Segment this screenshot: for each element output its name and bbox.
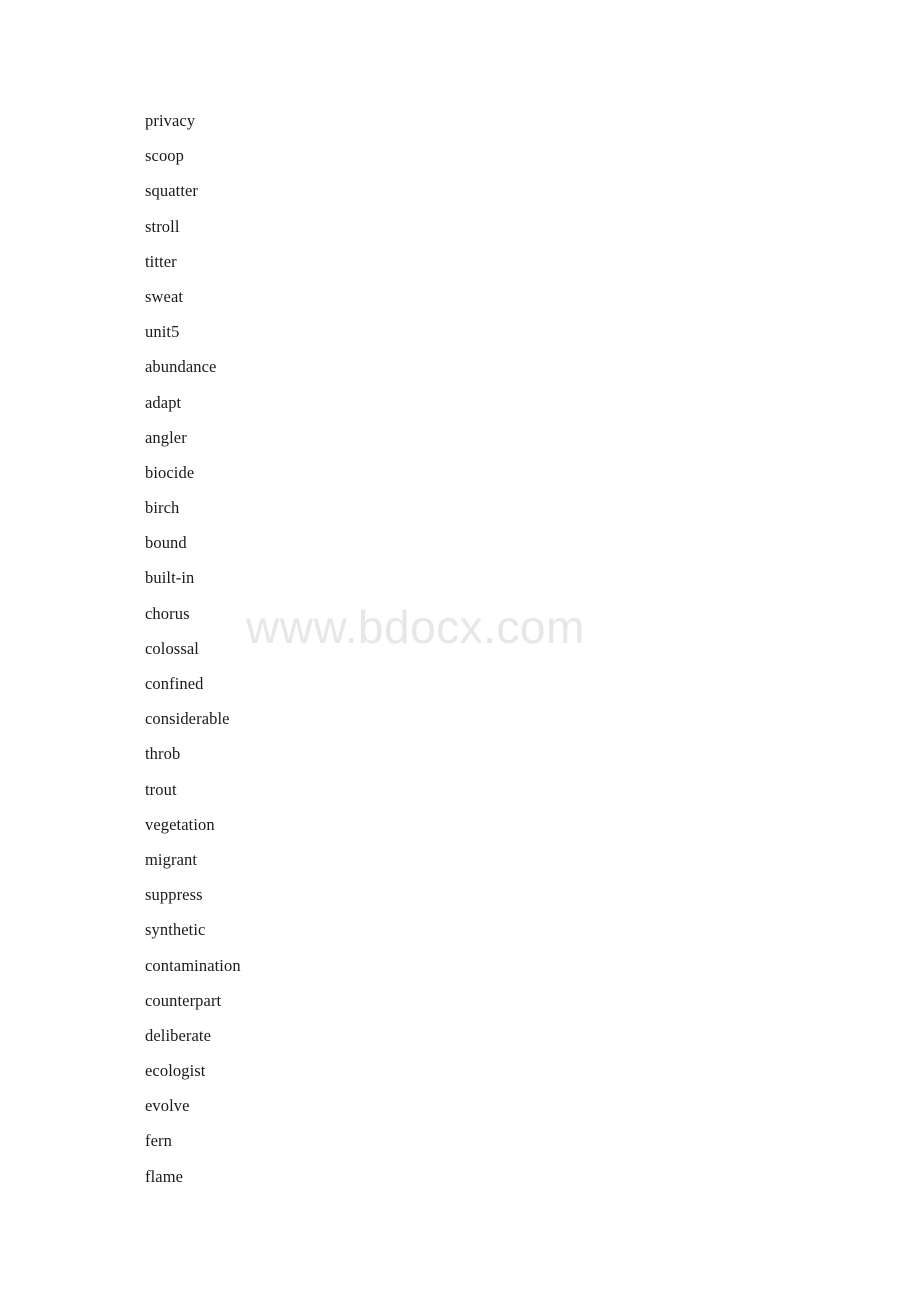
- list-item: biocide: [145, 462, 195, 482]
- list-item: evolve: [145, 1096, 190, 1116]
- list-item: adapt: [145, 392, 182, 412]
- list-item: scoop: [145, 146, 184, 166]
- list-item: birch: [145, 498, 180, 518]
- list-item: sweat: [145, 286, 184, 306]
- document-page: www.bdocx.com privacy scoop squatter stroll…: [0, 0, 920, 1302]
- list-item: contamination: [145, 955, 241, 975]
- list-item: squatter: [145, 181, 199, 201]
- list-item: abundance: [145, 357, 217, 377]
- vocabulary-word-list: privacy scoop squatter stroll titter sweat uni…: [145, 106, 845, 1197]
- list-item: chorus: [145, 603, 190, 623]
- list-item: considerable: [145, 709, 230, 729]
- list-item: flame: [145, 1166, 184, 1186]
- list-item: titter: [145, 251, 177, 271]
- list-item: counterpart: [145, 990, 222, 1010]
- list-item: built-in: [145, 568, 195, 588]
- list-item: vegetation: [145, 814, 215, 834]
- list-item: deliberate: [145, 1025, 212, 1045]
- list-item: trout: [145, 779, 177, 799]
- list-item: stroll: [145, 216, 180, 236]
- list-item: ecologist: [145, 1061, 206, 1081]
- list-item: bound: [145, 533, 187, 553]
- list-item: colossal: [145, 638, 199, 658]
- list-item: throb: [145, 744, 181, 764]
- list-item: unit5: [145, 322, 180, 342]
- list-item: migrant: [145, 849, 198, 869]
- list-item: synthetic: [145, 920, 206, 940]
- list-item: privacy: [145, 111, 196, 130]
- list-item: confined: [145, 674, 204, 693]
- list-item: fern: [145, 1131, 172, 1151]
- list-item: angler: [145, 427, 187, 447]
- list-item: suppress: [145, 885, 203, 905]
